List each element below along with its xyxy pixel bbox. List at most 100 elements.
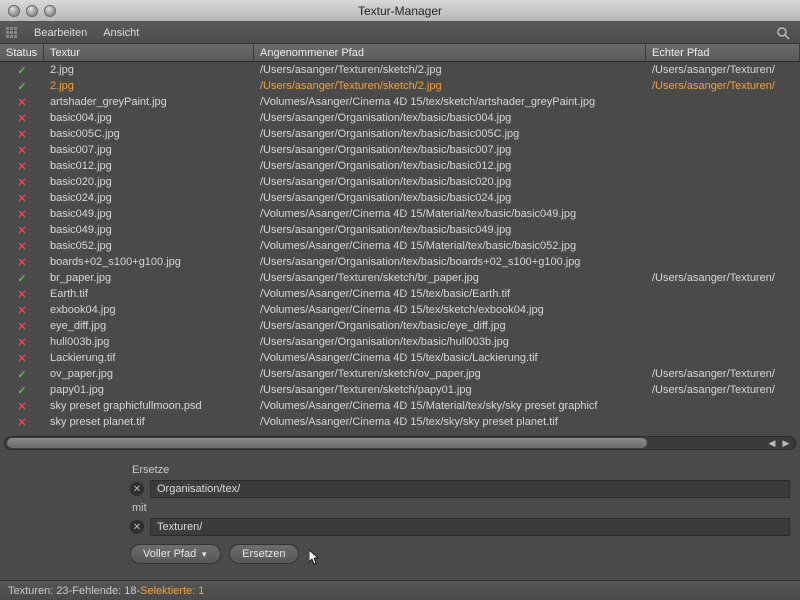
status-missing-icon: ✕ <box>0 336 44 349</box>
cell-assumed-path: /Users/asanger/Texturen/sketch/papy01.jp… <box>254 384 646 396</box>
clear-with-icon[interactable]: ✕ <box>130 520 144 534</box>
horizontal-scrollbar[interactable]: ◀ ▶ <box>4 436 796 450</box>
status-missing-icon: ✕ <box>0 112 44 125</box>
table-row[interactable]: ✕basic020.jpg/Users/asanger/Organisation… <box>0 174 800 190</box>
search-icon[interactable] <box>776 26 790 40</box>
cell-assumed-path: /Users/asanger/Organisation/tex/basic/ba… <box>254 144 646 156</box>
menubar: Bearbeiten Ansicht <box>0 22 800 44</box>
header-assumed[interactable]: Angenommener Pfad <box>254 44 646 61</box>
cell-texture: exbook04.jpg <box>44 304 254 316</box>
table-row[interactable]: ✕eye_diff.jpg/Users/asanger/Organisation… <box>0 318 800 334</box>
cell-assumed-path: /Users/asanger/Organisation/tex/basic/ba… <box>254 176 646 188</box>
status-missing-icon: ✕ <box>0 400 44 413</box>
table-row[interactable]: ✕artshader_greyPaint.jpg/Volumes/Asanger… <box>0 94 800 110</box>
status-missing-icon: ✕ <box>0 320 44 333</box>
header-texture[interactable]: Textur <box>44 44 254 61</box>
path-mode-dropdown[interactable]: Voller Pfad ▼ <box>130 544 221 564</box>
status-missing-icon: ✕ <box>0 192 44 205</box>
cell-texture: boards+02_s100+g100.jpg <box>44 256 254 268</box>
table-row[interactable]: ✕boards+02_s100+g100.jpg/Users/asanger/O… <box>0 254 800 270</box>
status-missing-icon: ✕ <box>0 352 44 365</box>
table-row[interactable]: ✓2.jpg/Users/asanger/Texturen/sketch/2.j… <box>0 62 800 78</box>
table-row[interactable]: ✓ov_paper.jpg/Users/asanger/Texturen/ske… <box>0 366 800 382</box>
table-row[interactable]: ✕basic049.jpg/Volumes/Asanger/Cinema 4D … <box>0 206 800 222</box>
status-missing-icon: ✕ <box>0 288 44 301</box>
scrollbar-thumb[interactable] <box>7 438 647 448</box>
status-missing-icon: ✕ <box>0 160 44 173</box>
status-ok-icon: ✓ <box>0 368 44 381</box>
menu-edit[interactable]: Bearbeiten <box>34 27 87 39</box>
cell-assumed-path: /Users/asanger/Texturen/sketch/2.jpg <box>254 64 646 76</box>
table-row[interactable]: ✕Earth.tif/Volumes/Asanger/Cinema 4D 15/… <box>0 286 800 302</box>
scroll-right-icon[interactable]: ▶ <box>779 438 793 448</box>
status-textures-label: Texturen: <box>8 585 53 597</box>
status-ok-icon: ✓ <box>0 272 44 285</box>
cell-texture: basic020.jpg <box>44 176 254 188</box>
with-input[interactable] <box>150 518 790 536</box>
table-row[interactable]: ✕basic024.jpg/Users/asanger/Organisation… <box>0 190 800 206</box>
cell-assumed-path: /Volumes/Asanger/Cinema 4D 15/tex/basic/… <box>254 288 646 300</box>
layout-icon[interactable] <box>6 27 18 39</box>
cell-texture: basic049.jpg <box>44 208 254 220</box>
header-real[interactable]: Echter Pfad <box>646 44 800 61</box>
cell-texture: basic007.jpg <box>44 144 254 156</box>
cell-assumed-path: /Users/asanger/Organisation/tex/basic/hu… <box>254 336 646 348</box>
table-row[interactable]: ✕basic004.jpg/Users/asanger/Organisation… <box>0 110 800 126</box>
cell-assumed-path: /Volumes/Asanger/Cinema 4D 15/Material/t… <box>254 208 646 220</box>
cell-assumed-path: /Users/asanger/Texturen/sketch/ov_paper.… <box>254 368 646 380</box>
table-row[interactable]: ✕sky preset planet.tif/Volumes/Asanger/C… <box>0 414 800 430</box>
cell-real-path: /Users/asanger/Texturen/ <box>646 80 800 92</box>
status-missing-label: Fehlende: <box>72 585 121 597</box>
table-row[interactable]: ✓br_paper.jpg/Users/asanger/Texturen/ske… <box>0 270 800 286</box>
table-row[interactable]: ✓papy01.jpg/Users/asanger/Texturen/sketc… <box>0 382 800 398</box>
cell-assumed-path: /Volumes/Asanger/Cinema 4D 15/tex/sketch… <box>254 304 646 316</box>
cell-texture: eye_diff.jpg <box>44 320 254 332</box>
table-row[interactable]: ✕sky preset graphicfullmoon.psd/Volumes/… <box>0 398 800 414</box>
cell-assumed-path: /Users/asanger/Organisation/tex/basic/ba… <box>254 192 646 204</box>
cell-texture: br_paper.jpg <box>44 272 254 284</box>
table-row[interactable]: ✕basic052.jpg/Volumes/Asanger/Cinema 4D … <box>0 238 800 254</box>
menu-view[interactable]: Ansicht <box>103 27 139 39</box>
status-missing-icon: ✕ <box>0 224 44 237</box>
replace-button[interactable]: Ersetzen <box>229 544 298 564</box>
status-ok-icon: ✓ <box>0 80 44 93</box>
status-missing-count: 18 <box>124 585 136 597</box>
cell-texture: papy01.jpg <box>44 384 254 396</box>
table-row[interactable]: ✕hull003b.jpg/Users/asanger/Organisation… <box>0 334 800 350</box>
cell-real-path: /Users/asanger/Texturen/ <box>646 384 800 396</box>
status-missing-icon: ✕ <box>0 256 44 269</box>
table-row[interactable]: ✕basic049.jpg/Users/asanger/Organisation… <box>0 222 800 238</box>
scroll-left-icon[interactable]: ◀ <box>765 438 779 448</box>
chevron-down-icon: ▼ <box>200 550 208 559</box>
replace-button-label: Ersetzen <box>242 548 285 560</box>
table-row[interactable]: ✕Lackierung.tif/Volumes/Asanger/Cinema 4… <box>0 350 800 366</box>
texture-table[interactable]: ✓2.jpg/Users/asanger/Texturen/sketch/2.j… <box>0 62 800 430</box>
cell-texture: basic052.jpg <box>44 240 254 252</box>
table-row[interactable]: ✕basic012.jpg/Users/asanger/Organisation… <box>0 158 800 174</box>
status-missing-icon: ✕ <box>0 240 44 253</box>
table-row[interactable]: ✓2.jpg/Users/asanger/Texturen/sketch/2.j… <box>0 78 800 94</box>
table-row[interactable]: ✕basic007.jpg/Users/asanger/Organisation… <box>0 142 800 158</box>
cell-assumed-path: /Volumes/Asanger/Cinema 4D 15/Material/t… <box>254 400 646 412</box>
cell-assumed-path: /Users/asanger/Organisation/tex/basic/ba… <box>254 128 646 140</box>
cell-texture: basic049.jpg <box>44 224 254 236</box>
cell-texture: artshader_greyPaint.jpg <box>44 96 254 108</box>
column-headers: Status Textur Angenommener Pfad Echter P… <box>0 44 800 62</box>
cell-texture: sky preset planet.tif <box>44 416 254 428</box>
status-missing-icon: ✕ <box>0 176 44 189</box>
table-row[interactable]: ✕exbook04.jpg/Volumes/Asanger/Cinema 4D … <box>0 302 800 318</box>
status-selected-label: Selektierte: <box>140 585 195 597</box>
window-title: Textur-Manager <box>0 4 800 18</box>
header-status[interactable]: Status <box>0 44 44 61</box>
cell-assumed-path: /Users/asanger/Organisation/tex/basic/bo… <box>254 256 646 268</box>
cell-real-path: /Users/asanger/Texturen/ <box>646 272 800 284</box>
replace-input[interactable] <box>150 480 790 498</box>
status-missing-icon: ✕ <box>0 96 44 109</box>
cell-texture: basic012.jpg <box>44 160 254 172</box>
cell-assumed-path: /Users/asanger/Organisation/tex/basic/ba… <box>254 160 646 172</box>
cell-assumed-path: /Users/asanger/Organisation/tex/basic/ey… <box>254 320 646 332</box>
cell-assumed-path: /Users/asanger/Organisation/tex/basic/ba… <box>254 224 646 236</box>
clear-replace-icon[interactable]: ✕ <box>130 482 144 496</box>
replace-form: Ersetze ✕ mit ✕ Voller Pfad ▼ Ersetzen <box>0 450 800 564</box>
table-row[interactable]: ✕basic005C.jpg/Users/asanger/Organisatio… <box>0 126 800 142</box>
